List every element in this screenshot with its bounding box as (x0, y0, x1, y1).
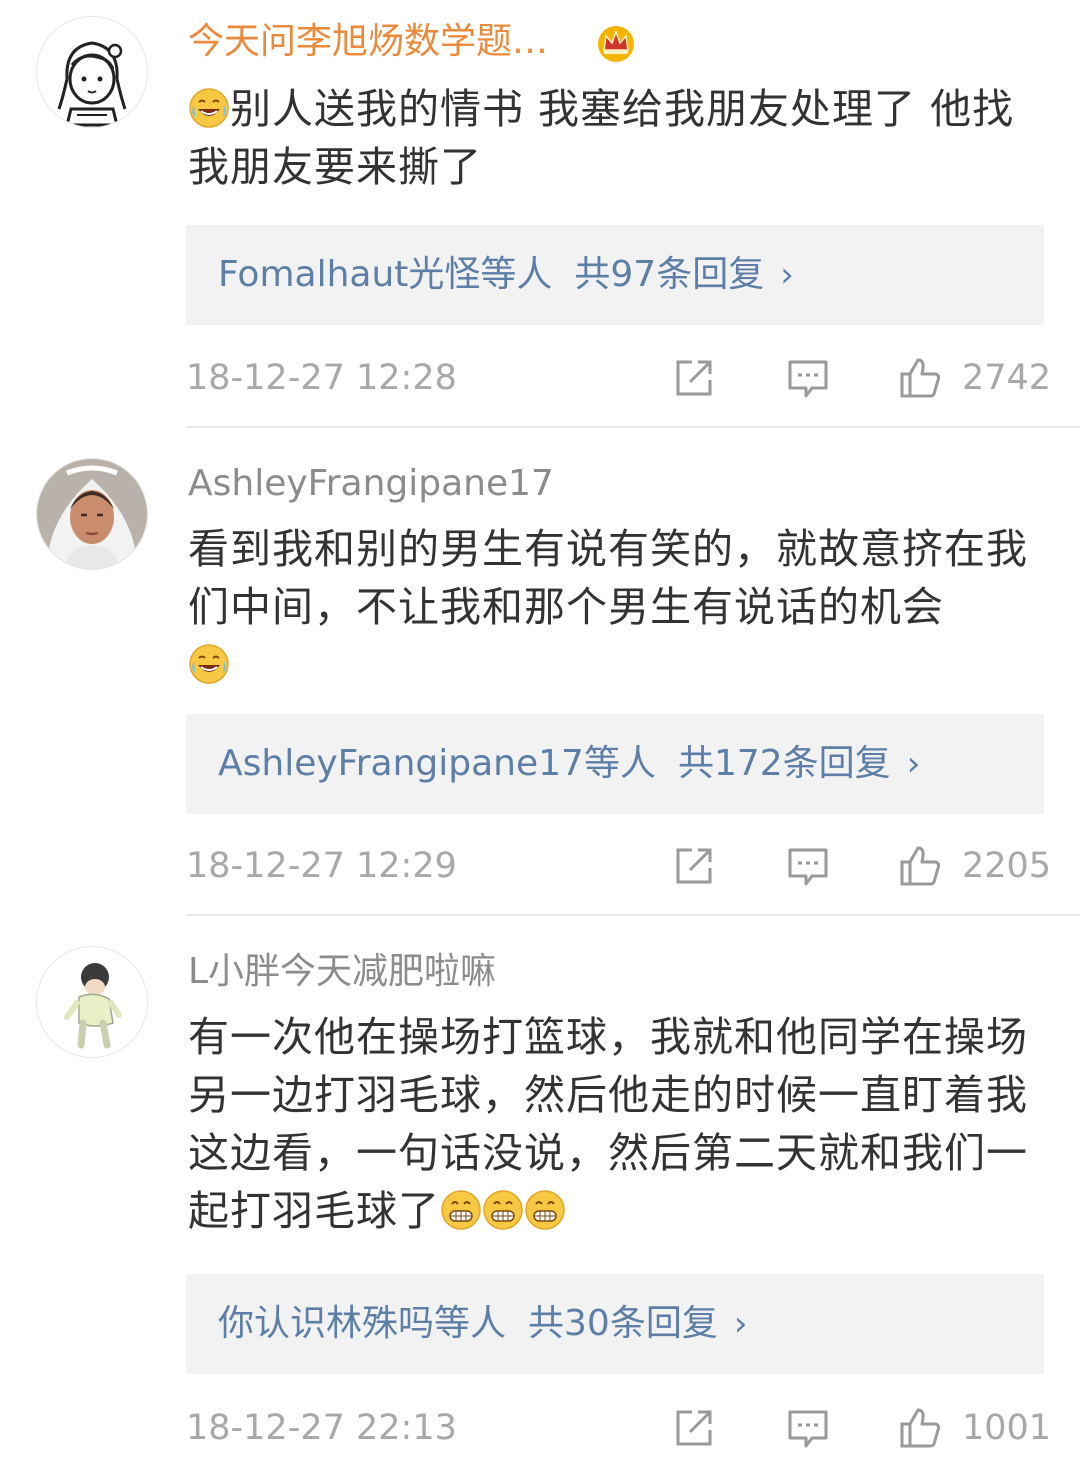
like-count: 2742 (962, 358, 1052, 398)
comment-meta: 18-12-27 22:13 1001 (0, 1404, 1080, 1452)
comment-item: AshleyFrangipane17 看到我和别的男生有说有笑的，就故意挤在我们… (0, 428, 1080, 916)
reply-summary[interactable]: 你认识林殊吗等人 共30条回复 › (186, 1274, 1044, 1374)
avatar-illustration (37, 17, 147, 127)
reply-count[interactable]: 共172条回复 (678, 743, 891, 784)
share-icon[interactable] (672, 356, 716, 400)
like-count: 1001 (962, 1408, 1052, 1448)
username[interactable]: 今天问李旭炀数学题… (188, 20, 548, 64)
timestamp: 18-12-27 22:13 (186, 1408, 457, 1448)
comment-meta: 18-12-27 12:29 2205 (0, 842, 1080, 890)
comment-icon[interactable] (786, 1406, 830, 1450)
crown-icon (598, 26, 634, 62)
chevron-right-icon[interactable]: › (907, 714, 921, 814)
comment-content: 看到我和别的男生有说有笑的，就故意挤在我们中间，不让我和那个男生有说话的机会 (188, 520, 1048, 694)
grinning-emoji (483, 1190, 523, 1230)
timestamp: 18-12-27 12:28 (186, 358, 457, 398)
thumbs-up-icon[interactable] (898, 1406, 942, 1450)
reply-count[interactable]: 共97条回复 (574, 254, 764, 295)
comment-icon[interactable] (786, 356, 830, 400)
avatar[interactable] (36, 16, 148, 128)
chevron-right-icon[interactable]: › (734, 1274, 748, 1374)
comment-text: 看到我和别的男生有说有笑的，就故意挤在我们中间，不让我和那个男生有说话的机会 (188, 525, 1028, 631)
reply-names[interactable]: Fomalhaut光怪等人 (218, 254, 552, 295)
comment-icon[interactable] (786, 844, 830, 888)
comment-item: L小胖今天减肥啦嘛 有一次他在操场打篮球，我就和他同学在操场另一边打羽毛球，然后… (0, 916, 1080, 1464)
comment-content: 有一次他在操场打篮球，我就和他同学在操场另一边打羽毛球，然后他走的时候一直盯着我… (188, 1008, 1048, 1240)
avatar[interactable] (36, 458, 148, 570)
username-text[interactable]: AshleyFrangipane17 (188, 463, 554, 504)
comment-meta: 18-12-27 12:28 2742 (0, 354, 1080, 402)
avatar-photo (37, 459, 147, 569)
grinning-emoji (525, 1190, 565, 1230)
share-icon[interactable] (672, 1406, 716, 1450)
reply-summary[interactable]: Fomalhaut光怪等人 共97条回复 › (186, 225, 1044, 325)
comment-content: 别人送我的情书 我塞给我朋友处理了 他找我朋友要来撕了 (188, 80, 1048, 196)
grinning-emoji (441, 1190, 481, 1230)
reply-names[interactable]: 你认识林殊吗等人 (218, 1303, 506, 1344)
username[interactable]: AshleyFrangipane17 (188, 462, 554, 506)
reply-count[interactable]: 共30条回复 (528, 1303, 718, 1344)
username-text[interactable]: L小胖今天减肥啦嘛 (188, 951, 496, 992)
comment-text: 别人送我的情书 我塞给我朋友处理了 他找我朋友要来撕了 (188, 85, 1015, 191)
comment-text: 有一次他在操场打篮球，我就和他同学在操场另一边打羽毛球，然后他走的时候一直盯着我… (188, 1013, 1028, 1235)
reply-summary[interactable]: AshleyFrangipane17等人 共172条回复 › (186, 714, 1044, 814)
avatar[interactable] (36, 946, 148, 1058)
like-count: 2205 (962, 846, 1052, 886)
chevron-right-icon[interactable]: › (780, 225, 794, 325)
thumbs-up-icon[interactable] (898, 356, 942, 400)
thumbs-up-icon[interactable] (898, 844, 942, 888)
reply-names[interactable]: AshleyFrangipane17等人 (218, 743, 656, 784)
share-icon[interactable] (672, 844, 716, 888)
avatar-illustration (37, 947, 147, 1057)
username-text[interactable]: 今天问李旭炀数学题… (188, 21, 548, 62)
comment-item: 今天问李旭炀数学题… 别人送我的情书 我塞给我朋友处理了 他找我朋友要来撕了 F… (0, 0, 1080, 428)
timestamp: 18-12-27 12:29 (186, 846, 457, 886)
laughing-crying-emoji (189, 644, 229, 684)
username[interactable]: L小胖今天减肥啦嘛 (188, 950, 496, 994)
laughing-crying-emoji (189, 88, 229, 128)
